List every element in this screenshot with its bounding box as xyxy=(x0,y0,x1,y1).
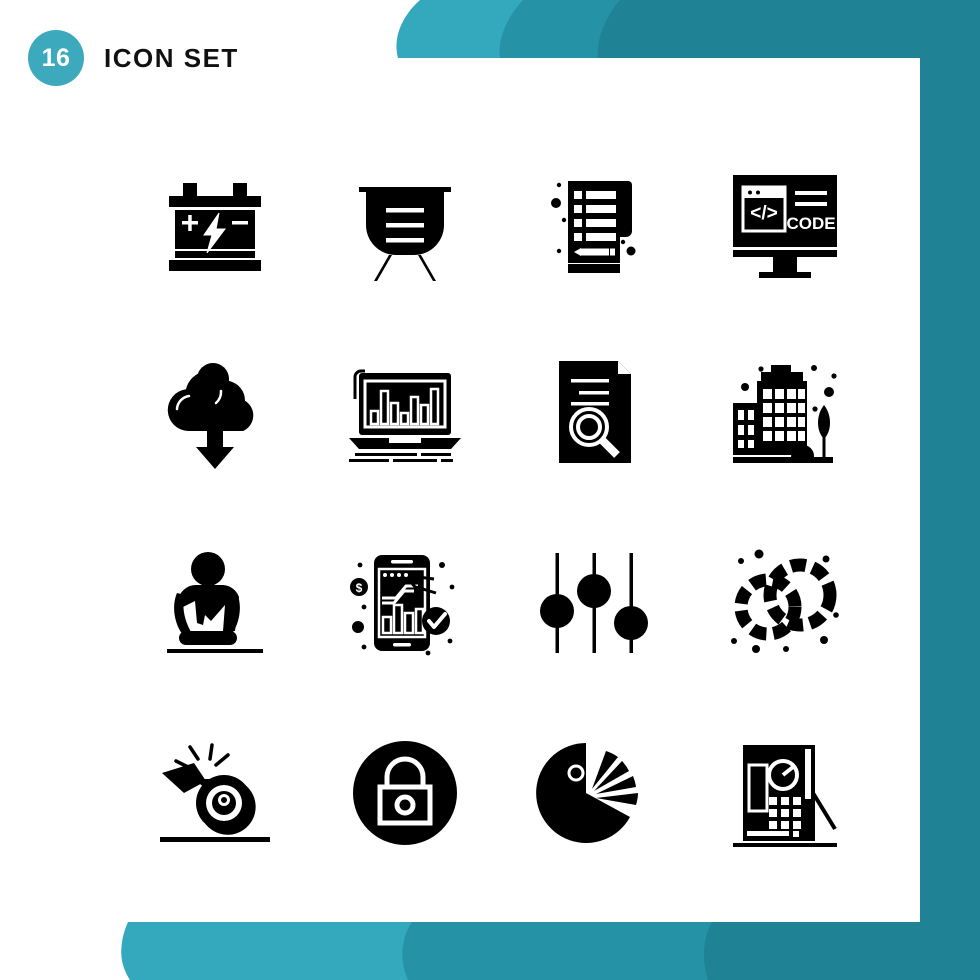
ribbon-top-mid xyxy=(499,0,980,58)
cloud-download-icon xyxy=(167,363,254,469)
icon-cell-12[interactable] xyxy=(690,508,880,698)
icon-cell-15[interactable] xyxy=(500,698,690,888)
ribbon-bottom-dark xyxy=(704,922,980,980)
code-screen-label: CODE xyxy=(786,214,835,233)
laptop-bar-chart-icon xyxy=(349,369,461,462)
icon-cell-3[interactable] xyxy=(500,128,690,318)
icon-cell-10[interactable]: $ xyxy=(310,508,500,698)
ribbon-bottom-mid xyxy=(402,922,980,980)
page-title: Icon Set xyxy=(104,42,239,73)
icon-set-canvas: 16 Icon Set xyxy=(0,0,980,980)
bottom-left-ribbons-overlay xyxy=(121,922,980,980)
whistle-icon xyxy=(160,743,270,842)
icon-cell-13[interactable] xyxy=(120,698,310,888)
right-edge-strip xyxy=(920,0,980,980)
icon-cell-6[interactable] xyxy=(310,318,500,508)
ribbon-bottom-light xyxy=(121,922,980,980)
linked-rings-icon xyxy=(731,549,839,653)
padlock-circle-icon xyxy=(353,741,457,845)
icon-grid: </> CODE $ xyxy=(120,128,880,888)
header: 16 Icon Set xyxy=(28,30,239,86)
bottom-left-ribbons xyxy=(121,922,980,980)
svg-text:$: $ xyxy=(356,581,363,595)
right-edge-strip-overlay xyxy=(920,0,980,980)
safe-vault-icon xyxy=(733,745,837,847)
icon-cell-16[interactable] xyxy=(690,698,880,888)
document-search-icon xyxy=(559,361,631,463)
checklist-notepad-icon xyxy=(551,181,636,273)
code-monitor-icon: </> CODE xyxy=(733,175,837,278)
office-buildings-icon xyxy=(733,365,837,463)
icon-cell-7[interactable] xyxy=(500,318,690,508)
mobile-analytics-icon: $ xyxy=(350,555,455,656)
icon-cell-5[interactable] xyxy=(120,318,310,508)
settings-sliders-icon xyxy=(540,553,648,653)
icon-cell-14[interactable] xyxy=(310,698,500,888)
ribbon-top-dark xyxy=(597,0,980,58)
icon-cell-4[interactable]: </> CODE xyxy=(690,128,880,318)
icon-cell-1[interactable] xyxy=(120,128,310,318)
ribbon-top-light xyxy=(396,0,980,58)
icon-cell-9[interactable] xyxy=(120,508,310,698)
pie-chart-icon xyxy=(536,743,638,843)
presentation-board-icon xyxy=(359,187,451,281)
car-battery-icon xyxy=(169,183,261,271)
icon-cell-11[interactable] xyxy=(500,508,690,698)
icon-cell-8[interactable] xyxy=(690,318,880,508)
icon-count-badge: 16 xyxy=(28,30,84,86)
code-glyph-text: </> xyxy=(750,203,777,224)
icon-cell-2[interactable] xyxy=(310,128,500,318)
top-right-ribbons xyxy=(396,0,980,58)
cpr-resuscitation-icon xyxy=(167,552,263,653)
